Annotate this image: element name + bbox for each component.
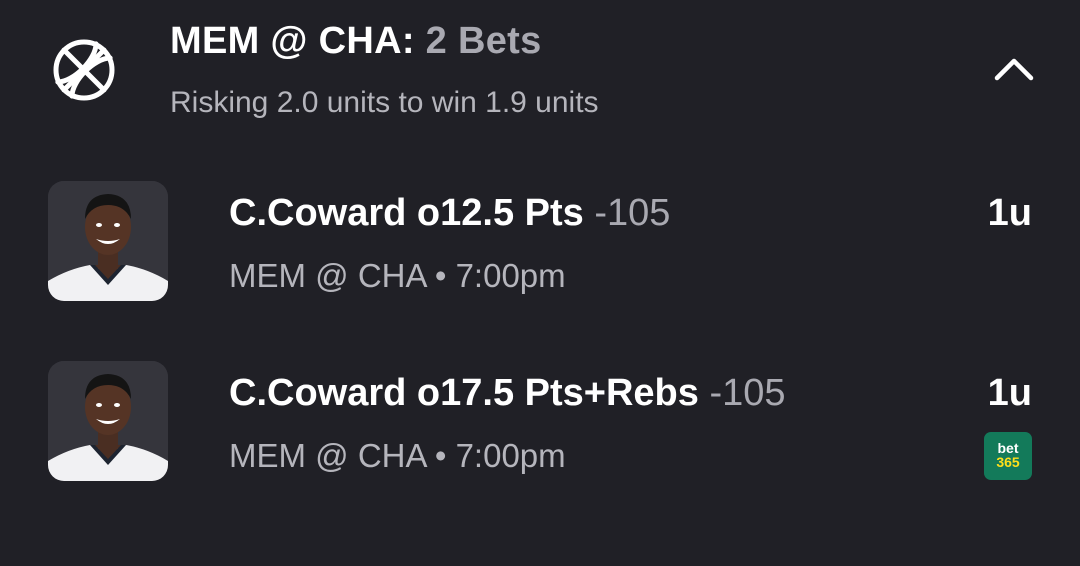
collapse-button[interactable] xyxy=(988,46,1040,90)
bet-selection: C.Coward o12.5 Pts -105 xyxy=(229,190,670,236)
bet-group-card: MEM @ CHA: 2 Bets Risking 2.0 units to w… xyxy=(0,0,1080,566)
book-logo-line2: 365 xyxy=(996,454,1020,470)
game-info: MEM @ CHA • 7:00pm xyxy=(229,437,566,474)
bet-selection: C.Coward o17.5 Pts+Rebs -105 xyxy=(229,370,786,416)
sportsbook-logo: bet 365 xyxy=(984,432,1032,480)
basketball-icon xyxy=(52,38,116,102)
matchup-label: MEM @ CHA: xyxy=(170,20,415,62)
odds-label: -105 xyxy=(594,192,671,234)
game-info: MEM @ CHA • 7:00pm xyxy=(229,257,566,294)
odds-label: -105 xyxy=(709,372,786,414)
group-title: MEM @ CHA: 2 Bets xyxy=(170,18,542,64)
selection-label: C.Coward o17.5 Pts+Rebs xyxy=(229,372,699,414)
selection-label: C.Coward o12.5 Pts xyxy=(229,192,584,234)
book-logo-line1: bet xyxy=(997,440,1019,456)
risk-summary: Risking 2.0 units to win 1.9 units xyxy=(170,86,599,119)
units-label: 1u xyxy=(987,372,1032,414)
player-avatar xyxy=(48,181,168,301)
bet-count: 2 Bets xyxy=(425,20,542,62)
player-avatar xyxy=(48,361,168,481)
bet-row[interactable]: C.Coward o17.5 Pts+Rebs -105 MEM @ CHA •… xyxy=(0,360,1080,484)
chevron-up-icon xyxy=(994,58,1034,81)
units-label: 1u xyxy=(987,192,1032,234)
bet-row[interactable]: C.Coward o12.5 Pts -105 MEM @ CHA • 7:00… xyxy=(0,180,1080,304)
